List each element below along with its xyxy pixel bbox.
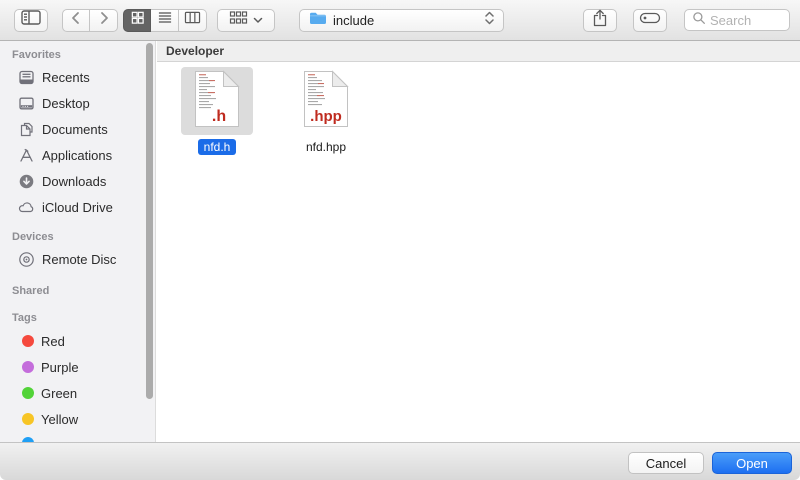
share-button[interactable] xyxy=(583,9,617,32)
view-mode-switcher xyxy=(123,9,207,32)
chevron-left-icon xyxy=(70,11,82,30)
location-dropdown[interactable]: include xyxy=(299,9,504,32)
sidebar-item-label: Documents xyxy=(42,122,108,137)
arrange-dropdown-button[interactable] xyxy=(217,9,275,32)
open-file-dialog: include xyxy=(0,0,800,480)
document-icon: .hpp xyxy=(303,70,349,133)
search-field[interactable] xyxy=(684,9,790,31)
sidebar-item-label: Green xyxy=(41,386,77,401)
open-button[interactable]: Open xyxy=(712,452,792,474)
chevron-down-icon xyxy=(253,11,263,29)
tags-button[interactable] xyxy=(633,9,667,32)
search-input[interactable] xyxy=(710,13,782,28)
sidebar-item-label: Remote Disc xyxy=(42,252,116,267)
share-icon xyxy=(592,9,608,32)
stepper-chevrons-icon xyxy=(485,11,494,30)
sidebar-item-recents[interactable]: Recents xyxy=(0,64,155,90)
list-view-icon xyxy=(157,10,173,30)
list-view-button[interactable] xyxy=(151,9,179,32)
sidebar: Favorites Recents xyxy=(0,41,156,442)
column-view-icon xyxy=(184,10,201,30)
search-icon xyxy=(692,11,706,30)
section-title-tags: Tags xyxy=(0,312,155,324)
purple-tag-dot-icon xyxy=(22,361,34,373)
file-icon-box[interactable]: .hpp xyxy=(290,67,362,135)
sidebar-item-label: Red xyxy=(41,334,65,349)
green-tag-dot-icon xyxy=(22,387,34,399)
sidebar-item-tag-green[interactable]: Green xyxy=(0,380,155,406)
svg-text:.hpp: .hpp xyxy=(310,108,342,125)
column-view-button[interactable] xyxy=(179,9,207,32)
file-item-nfd-h[interactable]: .h nfd.h xyxy=(174,67,260,155)
file-icon-box[interactable]: .h xyxy=(181,67,253,135)
cancel-button[interactable]: Cancel xyxy=(628,452,704,474)
sidebar-item-label: Downloads xyxy=(42,174,106,189)
document-icon: .h xyxy=(194,70,240,133)
group-items-icon xyxy=(229,10,248,30)
recents-icon xyxy=(18,69,35,86)
yellow-tag-dot-icon xyxy=(22,413,34,425)
sidebar-item-downloads[interactable]: Downloads xyxy=(0,168,155,194)
sidebar-item-desktop[interactable]: Desktop xyxy=(0,90,155,116)
icon-view-icon xyxy=(130,10,145,30)
forward-button[interactable] xyxy=(90,9,118,32)
desktop-icon xyxy=(18,95,35,112)
group-header: Developer xyxy=(157,41,800,62)
toolbar: include xyxy=(0,0,800,41)
documents-icon xyxy=(18,121,35,138)
sidebar-toggle-button[interactable] xyxy=(14,9,48,32)
chevron-right-icon xyxy=(98,11,110,30)
sidebar-item-label: Purple xyxy=(41,360,79,375)
downloads-icon xyxy=(18,173,35,190)
file-name[interactable]: nfd.hpp xyxy=(300,139,352,155)
sidebar-item-tag-purple[interactable]: Purple xyxy=(0,354,155,380)
svg-text:.h: .h xyxy=(212,108,226,125)
sidebar-item-tag-yellow[interactable]: Yellow xyxy=(0,406,155,432)
red-tag-dot-icon xyxy=(22,335,34,347)
sidebar-item-label: Applications xyxy=(42,148,112,163)
tag-icon xyxy=(639,11,661,30)
file-item-nfd-hpp[interactable]: .hpp nfd.hpp xyxy=(283,67,369,155)
applications-icon xyxy=(18,147,35,164)
sidebar-item-icloud-drive[interactable]: iCloud Drive xyxy=(0,194,155,220)
sidebar-scrollbar[interactable] xyxy=(146,43,153,399)
sidebar-toggle-icon xyxy=(21,10,41,30)
section-title-shared: Shared xyxy=(0,285,155,297)
sidebar-item-label: Desktop xyxy=(42,96,90,111)
location-value: include xyxy=(333,13,479,28)
file-name[interactable]: nfd.h xyxy=(198,139,237,155)
back-button[interactable] xyxy=(62,9,90,32)
sidebar-item-label: iCloud Drive xyxy=(42,200,113,215)
cloud-icon xyxy=(18,199,35,216)
file-browser: Developer xyxy=(157,41,800,442)
sidebar-item-tag-red[interactable]: Red xyxy=(0,328,155,354)
disc-icon xyxy=(18,251,35,268)
sidebar-item-label: Yellow xyxy=(41,412,78,427)
icon-view-button[interactable] xyxy=(123,9,151,32)
section-title-favorites: Favorites xyxy=(0,49,155,61)
folder-icon xyxy=(309,11,327,30)
sidebar-item-label: Recents xyxy=(42,70,90,85)
sidebar-item-applications[interactable]: Applications xyxy=(0,142,155,168)
sidebar-item-remote-disc[interactable]: Remote Disc xyxy=(0,246,155,272)
dialog-footer: Cancel Open xyxy=(0,442,800,480)
history-nav xyxy=(62,9,118,32)
section-title-devices: Devices xyxy=(0,231,155,243)
sidebar-item-documents[interactable]: Documents xyxy=(0,116,155,142)
